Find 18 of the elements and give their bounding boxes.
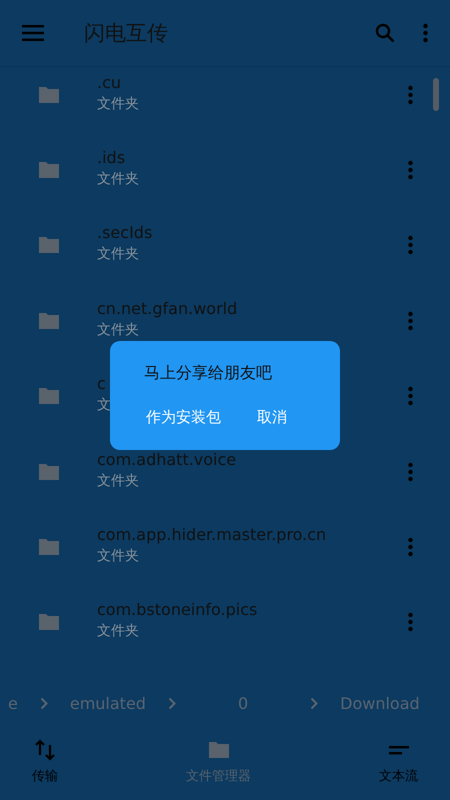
file-type: 文件夹 — [97, 170, 139, 188]
file-type: 文 — [97, 396, 111, 414]
file-name: c — [97, 374, 106, 394]
file-name: com.app.hider.master.pro.cn — [97, 525, 326, 544]
file-type: 文件夹 — [97, 547, 139, 566]
file-name: cn.net.gfan.world — [97, 298, 238, 318]
file-name: .secIds — [97, 223, 152, 242]
file-name: com.adhatt.voice — [97, 450, 236, 469]
file-name: .cu — [97, 72, 122, 92]
file-name: com.bstoneinfo.pics — [97, 600, 258, 620]
file-type: 文件夹 — [97, 622, 139, 640]
file-type: 文件夹 — [97, 320, 139, 339]
file-name: .ids — [97, 148, 126, 168]
file-type: 文件夹 — [97, 245, 139, 264]
file-type: 文件夹 — [97, 472, 139, 490]
file-type: 文件夹 — [97, 94, 139, 113]
dialog-message: 马上分享给朋友吧 — [144, 363, 273, 384]
app-title: 闪电互传 — [84, 20, 169, 47]
